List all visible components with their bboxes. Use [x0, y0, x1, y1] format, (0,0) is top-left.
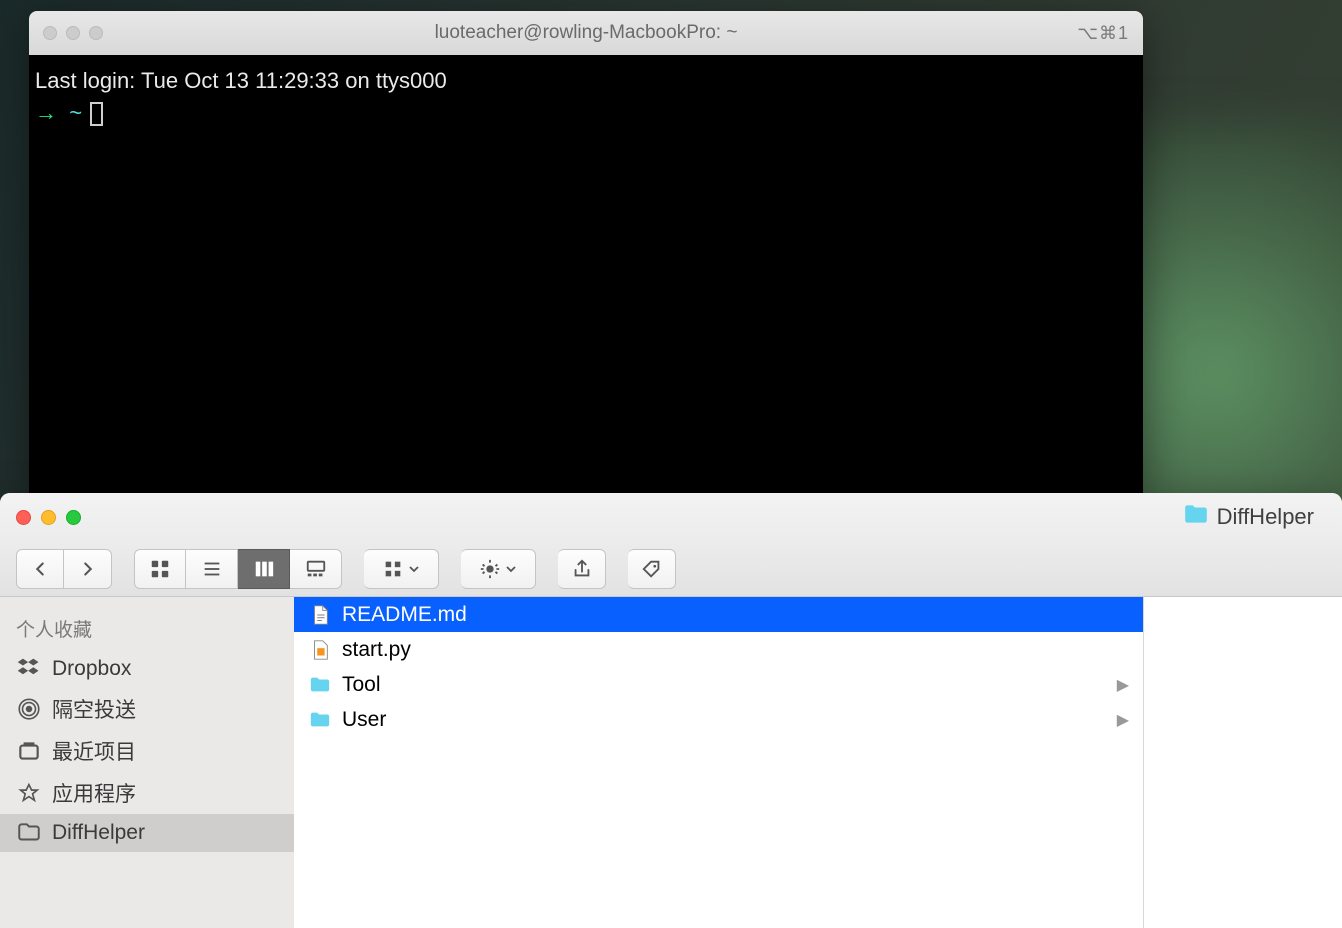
sidebar-item-label: Dropbox	[52, 657, 131, 681]
close-button[interactable]	[43, 26, 57, 40]
terminal-cursor	[90, 102, 103, 126]
terminal-body[interactable]: Last login: Tue Oct 13 11:29:33 on ttys0…	[29, 55, 1143, 139]
icon-view-button[interactable]	[134, 549, 186, 589]
finder-sidebar: 个人收藏 Dropbox 隔空投送 最近项目 应用程序 DiffHelper	[0, 597, 294, 928]
file-row-readme[interactable]: README.md	[294, 597, 1143, 632]
document-icon	[308, 603, 332, 627]
finder-window-title: DiffHelper	[1183, 503, 1314, 531]
terminal-titlebar[interactable]: luoteacher@rowling-MacbookPro: ~ ⌥⌘1	[29, 11, 1143, 55]
airdrop-icon	[16, 696, 42, 722]
folder-icon	[16, 820, 42, 846]
folder-name: Tool	[342, 673, 381, 697]
column-2-preview	[1144, 597, 1342, 928]
folder-icon	[1183, 503, 1209, 531]
action-menu-button[interactable]	[461, 549, 536, 589]
finder-content: README.md start.py Tool ▶	[294, 597, 1342, 928]
list-view-button[interactable]	[186, 549, 238, 589]
finder-titlebar[interactable]: DiffHelper	[0, 493, 1342, 541]
back-button[interactable]	[16, 549, 64, 589]
prompt-arrow-icon: →	[35, 100, 57, 125]
sidebar-item-airdrop[interactable]: 隔空投送	[0, 688, 294, 730]
share-button[interactable]	[558, 549, 606, 589]
folder-icon	[308, 673, 332, 697]
forward-button[interactable]	[64, 549, 112, 589]
folder-row-tool[interactable]: Tool ▶	[294, 667, 1143, 702]
finder-body: 个人收藏 Dropbox 隔空投送 最近项目 应用程序 DiffHelper	[0, 597, 1342, 928]
dropbox-icon	[16, 656, 42, 682]
folder-row-user[interactable]: User ▶	[294, 702, 1143, 737]
terminal-traffic-lights	[43, 26, 103, 40]
group-by-button[interactable]	[364, 549, 439, 589]
applications-icon	[16, 780, 42, 806]
arrange-group	[364, 549, 439, 589]
recents-icon	[16, 738, 42, 764]
folder-name: User	[342, 708, 386, 732]
close-button[interactable]	[16, 510, 31, 525]
terminal-window: luoteacher@rowling-MacbookPro: ~ ⌥⌘1 Las…	[29, 11, 1143, 493]
minimize-button[interactable]	[41, 510, 56, 525]
sidebar-favorites-header: 个人收藏	[0, 611, 294, 650]
chevron-right-icon: ▶	[1117, 710, 1129, 730]
view-mode-group	[134, 549, 342, 589]
terminal-shortcut-label: ⌥⌘1	[1077, 23, 1129, 44]
sidebar-item-label: 应用程序	[52, 778, 136, 808]
nav-buttons	[16, 549, 112, 589]
column-view: README.md start.py Tool ▶	[294, 597, 1342, 928]
script-icon	[308, 638, 332, 662]
sidebar-item-label: 最近项目	[52, 736, 136, 766]
zoom-button[interactable]	[89, 26, 103, 40]
finder-toolbar	[0, 541, 1342, 597]
finder-title-text: DiffHelper	[1217, 504, 1314, 530]
terminal-last-login: Last login: Tue Oct 13 11:29:33 on ttys0…	[35, 65, 1137, 97]
terminal-title: luoteacher@rowling-MacbookPro: ~	[29, 22, 1143, 44]
tags-group	[628, 549, 676, 589]
gallery-view-button[interactable]	[290, 549, 342, 589]
folder-icon	[308, 708, 332, 732]
action-group	[461, 549, 536, 589]
terminal-prompt: → ~	[35, 97, 1137, 129]
file-name: README.md	[342, 603, 467, 627]
sidebar-item-label: 隔空投送	[52, 694, 136, 724]
file-name: start.py	[342, 638, 411, 662]
column-1: README.md start.py Tool ▶	[294, 597, 1144, 928]
minimize-button[interactable]	[66, 26, 80, 40]
finder-traffic-lights	[16, 510, 81, 525]
tags-button[interactable]	[628, 549, 676, 589]
file-row-startpy[interactable]: start.py	[294, 632, 1143, 667]
column-view-button[interactable]	[238, 549, 290, 589]
share-group	[558, 549, 606, 589]
prompt-tilde: ~	[69, 100, 82, 125]
zoom-button[interactable]	[66, 510, 81, 525]
sidebar-item-diffhelper[interactable]: DiffHelper	[0, 814, 294, 852]
sidebar-item-recents[interactable]: 最近项目	[0, 730, 294, 772]
chevron-right-icon: ▶	[1117, 675, 1129, 695]
sidebar-item-dropbox[interactable]: Dropbox	[0, 650, 294, 688]
sidebar-item-label: DiffHelper	[52, 821, 145, 845]
sidebar-item-applications[interactable]: 应用程序	[0, 772, 294, 814]
finder-window: DiffHelper	[0, 493, 1342, 928]
